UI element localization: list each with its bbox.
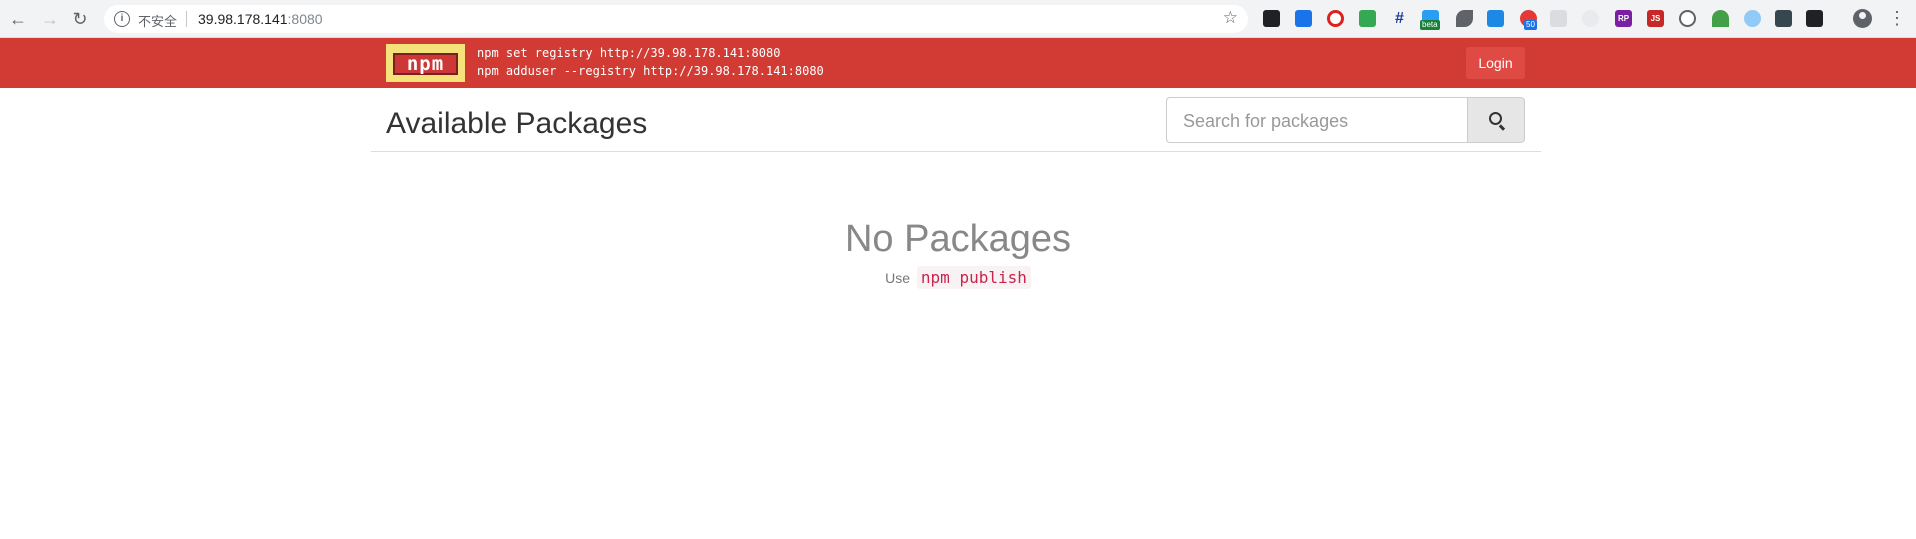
profile-avatar-icon[interactable] bbox=[1853, 9, 1872, 28]
set-registry-command: npm set registry http://39.98.178.141:80… bbox=[477, 46, 781, 60]
login-button[interactable]: Login bbox=[1466, 47, 1525, 79]
js-extension-icon[interactable]: JS bbox=[1647, 10, 1664, 27]
info-icon[interactable]: i bbox=[114, 11, 130, 27]
npm-logo[interactable]: npm bbox=[386, 44, 465, 82]
extension-icon[interactable] bbox=[1295, 10, 1312, 27]
omnibox-divider bbox=[186, 11, 187, 27]
forward-arrow-icon[interactable]: → bbox=[38, 7, 62, 31]
url-host: 39.98.178.141 bbox=[198, 11, 288, 27]
search-icon bbox=[1489, 112, 1502, 125]
empty-hint-prefix: Use bbox=[885, 270, 911, 286]
extension-icon[interactable] bbox=[1327, 10, 1344, 27]
extension-icon[interactable]: # bbox=[1391, 10, 1408, 27]
adduser-command: npm adduser --registry http://39.98.178.… bbox=[477, 64, 824, 78]
npm-logo-text: npm bbox=[393, 53, 458, 75]
search-button[interactable] bbox=[1467, 97, 1525, 143]
extension-icon[interactable] bbox=[1263, 10, 1280, 27]
url-text[interactable]: 39.98.178.141:8080 bbox=[198, 11, 323, 27]
bookmark-star-icon[interactable]: ☆ bbox=[1223, 8, 1238, 28]
search-input[interactable]: Search for packages bbox=[1166, 97, 1467, 143]
back-arrow-icon[interactable]: ← bbox=[6, 7, 30, 31]
extension-icon[interactable] bbox=[1487, 10, 1504, 27]
browser-menu-icon[interactable]: ⋮ bbox=[1888, 8, 1906, 28]
extension-icon[interactable] bbox=[1744, 10, 1761, 27]
search-placeholder: Search for packages bbox=[1183, 111, 1349, 131]
registry-header: npm npm set registry http://39.98.178.14… bbox=[0, 38, 1916, 88]
extension-icon[interactable] bbox=[1712, 10, 1729, 27]
rp-extension-icon[interactable]: RP bbox=[1615, 10, 1632, 27]
header-divider bbox=[371, 151, 1541, 152]
url-port: :8080 bbox=[287, 11, 323, 27]
empty-state-title: No Packages bbox=[844, 218, 1071, 260]
extension-icon[interactable] bbox=[1456, 10, 1473, 27]
address-bar[interactable]: i 不安全 39.98.178.141:8080 ☆ bbox=[104, 5, 1248, 33]
reload-icon[interactable]: ↻ bbox=[68, 7, 92, 31]
browser-toolbar: ← → ↻ i 不安全 39.98.178.141:8080 ☆ # beta … bbox=[0, 0, 1916, 38]
empty-state-hint: Use npm publish bbox=[0, 266, 1916, 289]
extension-icon[interactable] bbox=[1550, 10, 1567, 27]
extension-icon[interactable] bbox=[1775, 10, 1792, 27]
page-title: Available Packages bbox=[386, 107, 648, 140]
play-extension-icon[interactable] bbox=[1679, 10, 1696, 27]
publish-command: npm publish bbox=[916, 266, 1031, 289]
extension-icon[interactable] bbox=[1359, 10, 1376, 27]
count-badge: 50 bbox=[1524, 20, 1537, 30]
extension-icon[interactable] bbox=[1582, 10, 1599, 27]
beta-badge: beta bbox=[1420, 20, 1440, 30]
extension-icon[interactable] bbox=[1806, 10, 1823, 27]
security-label[interactable]: 不安全 bbox=[138, 11, 177, 30]
